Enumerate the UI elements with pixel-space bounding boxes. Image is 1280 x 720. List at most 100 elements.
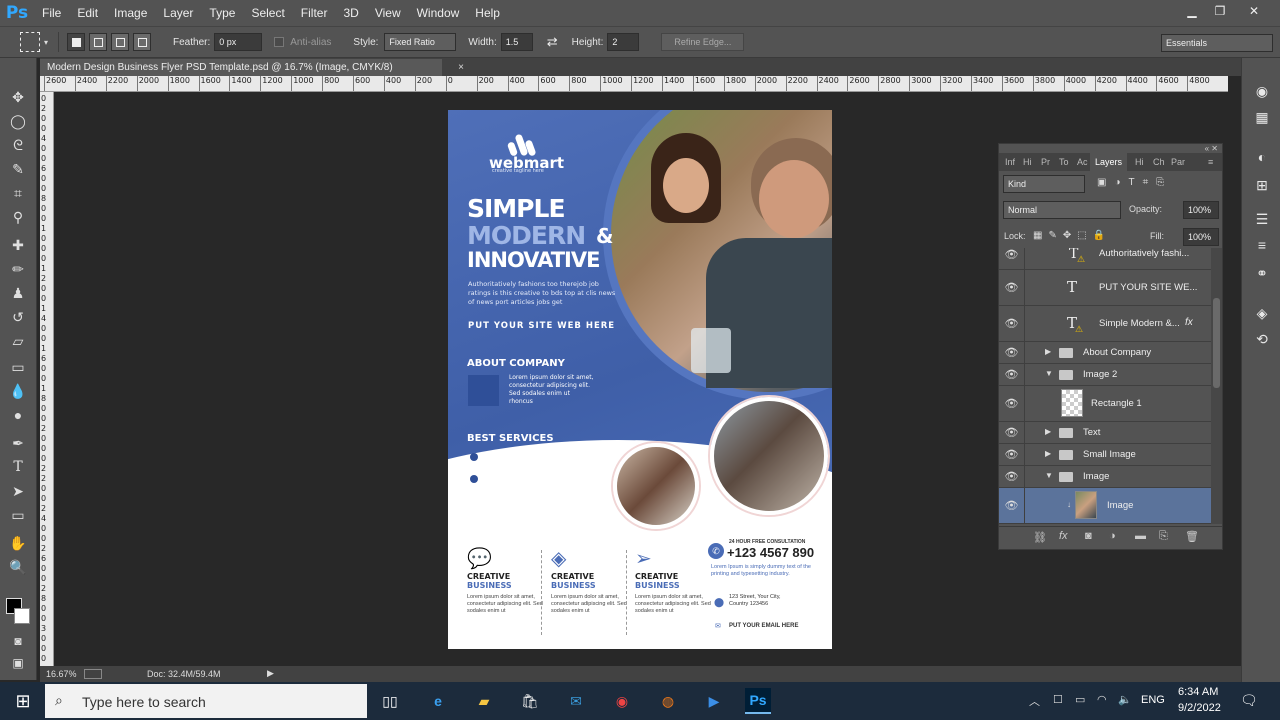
tab-tool-presets[interactable]: To bbox=[1059, 153, 1069, 171]
add-mask-icon[interactable]: ◙ bbox=[1085, 530, 1092, 542]
tab-layers[interactable]: Layers bbox=[1090, 153, 1128, 171]
tab-properties[interactable]: Pr bbox=[1041, 153, 1050, 171]
layer-row-selected[interactable]: 👁 ↓ Image bbox=[999, 488, 1211, 524]
expand-arrow-icon[interactable]: ▶ bbox=[1045, 427, 1051, 436]
clock-date[interactable]: 9/2/2022 bbox=[1178, 702, 1221, 714]
move-tool-icon[interactable]: ✥ bbox=[6, 86, 30, 108]
zoom-icon[interactable]: 🔍 bbox=[6, 556, 30, 578]
brush-icon[interactable]: ✏ bbox=[6, 258, 30, 280]
refine-edge-button[interactable]: Refine Edge... bbox=[661, 33, 745, 51]
tab-history[interactable]: Hi bbox=[1023, 153, 1032, 171]
expand-arrow-icon[interactable]: ▶ bbox=[1045, 449, 1051, 458]
tab-paragraph[interactable]: Par bbox=[1171, 153, 1185, 171]
brush-presets-icon[interactable]: ≡ bbox=[1252, 236, 1272, 254]
battery-icon[interactable]: ▭ bbox=[1075, 693, 1085, 706]
layer-row[interactable]: 👁 T ⚠ Authoritatively fashi... bbox=[999, 248, 1211, 270]
blend-mode-select[interactable]: Normal bbox=[1003, 201, 1121, 219]
eraser-icon[interactable]: ▱ bbox=[6, 330, 30, 352]
healing-brush-icon[interactable]: ✚ bbox=[6, 234, 30, 256]
zoom-level[interactable]: 16.67% bbox=[46, 669, 77, 679]
visibility-eye-icon[interactable]: 👁 bbox=[999, 342, 1025, 363]
hand-icon[interactable]: ✋ bbox=[6, 532, 30, 554]
tab-channels[interactable]: Ch bbox=[1153, 153, 1165, 171]
pen-icon[interactable]: ✒ bbox=[6, 432, 30, 454]
visibility-eye-icon[interactable]: 👁 bbox=[999, 364, 1025, 385]
menu-edit[interactable]: Edit bbox=[69, 0, 106, 26]
channels-icon[interactable]: ⟲ bbox=[1252, 330, 1272, 348]
menu-select[interactable]: Select bbox=[243, 0, 292, 26]
layer-row[interactable]: 👁 T ⚠ Simple Modern &... fx bbox=[999, 306, 1211, 342]
quick-mask-icon[interactable]: ◙ bbox=[6, 630, 30, 652]
ellipse-marquee-icon[interactable]: ◯ bbox=[6, 110, 30, 132]
video-app-icon[interactable]: ▶ bbox=[701, 688, 727, 714]
background-color-swatch[interactable] bbox=[14, 608, 30, 624]
history-brush-icon[interactable]: ↺ bbox=[6, 306, 30, 328]
layer-row[interactable]: 👁 ▼ Image 2 bbox=[999, 364, 1211, 386]
wifi-icon[interactable]: ◠ bbox=[1097, 693, 1107, 706]
marquee-tool-icon[interactable] bbox=[20, 32, 40, 52]
menu-image[interactable]: Image bbox=[106, 0, 155, 26]
antialias-checkbox[interactable] bbox=[274, 37, 285, 47]
layers-scrollbar[interactable] bbox=[1211, 248, 1222, 524]
restore-button[interactable]: ❐ bbox=[1206, 0, 1234, 22]
volume-icon[interactable]: 🔈 bbox=[1118, 693, 1132, 706]
visibility-eye-icon[interactable]: 👁 bbox=[999, 386, 1025, 421]
eyedropper-icon[interactable]: ⚲ bbox=[6, 206, 30, 228]
clone-stamp-icon[interactable]: ♟ bbox=[6, 282, 30, 304]
crop-icon[interactable]: ⌗ bbox=[6, 182, 30, 204]
menu-filter[interactable]: Filter bbox=[293, 0, 336, 26]
layer-row[interactable]: 👁 ▶ Text bbox=[999, 422, 1211, 444]
lock-icons[interactable]: ▦✎✥⬚🔒 bbox=[1033, 230, 1111, 241]
tab-history-2[interactable]: Hi bbox=[1135, 153, 1144, 171]
tab-actions[interactable]: Ac bbox=[1077, 153, 1088, 171]
swap-icon[interactable]: ⇄ bbox=[547, 34, 558, 50]
layer-row[interactable]: 👁 ▶ About Company bbox=[999, 342, 1211, 364]
intersect-selection-icon[interactable] bbox=[133, 33, 152, 51]
visibility-eye-icon[interactable]: 👁 bbox=[999, 248, 1025, 269]
workspace-select[interactable]: Essentials bbox=[1161, 34, 1273, 52]
file-explorer-icon[interactable]: ▰ bbox=[471, 688, 497, 714]
layer-row[interactable]: 👁 T PUT YOUR SITE WE... bbox=[999, 270, 1211, 306]
panel-menu-icon[interactable]: ≡ bbox=[1208, 153, 1213, 171]
clock-time[interactable]: 6:34 AM bbox=[1178, 686, 1218, 698]
status-menu-arrow-icon[interactable]: ▶ bbox=[267, 668, 274, 679]
brush-settings-icon[interactable]: ☰ bbox=[1252, 210, 1272, 228]
menu-help[interactable]: Help bbox=[467, 0, 508, 26]
network-icon[interactable]: ☐ bbox=[1053, 693, 1063, 706]
height-input[interactable]: 2 bbox=[607, 33, 640, 51]
link-layers-icon[interactable]: ⛓ bbox=[1033, 531, 1047, 544]
layer-row[interactable]: 👁 ▶ Small Image bbox=[999, 444, 1211, 466]
menu-3d[interactable]: 3D bbox=[335, 0, 366, 26]
path-select-icon[interactable]: ➤ bbox=[6, 480, 30, 502]
layer-row[interactable]: 👁 ▼ Image bbox=[999, 466, 1211, 488]
minimize-button[interactable]: ▁ bbox=[1178, 0, 1206, 22]
layers-panel-icon[interactable]: ◈ bbox=[1252, 304, 1272, 322]
collapse-panel-icon[interactable]: « ✕ bbox=[1205, 144, 1218, 153]
adjustment-layer-icon[interactable]: ◑ bbox=[1109, 530, 1116, 542]
width-input[interactable]: 1.5 bbox=[500, 33, 533, 51]
menu-file[interactable]: File bbox=[34, 0, 69, 26]
new-layer-icon[interactable]: ⎘ bbox=[1159, 530, 1168, 543]
screen-mode-icon[interactable]: ▣ bbox=[6, 652, 30, 674]
visibility-eye-icon[interactable]: 👁 bbox=[999, 270, 1025, 305]
photoshop-taskbar-icon[interactable]: Ps bbox=[745, 688, 771, 714]
blur-icon[interactable]: 💧 bbox=[6, 380, 30, 402]
visibility-eye-icon[interactable]: 👁 bbox=[999, 422, 1025, 443]
edge-icon[interactable]: e bbox=[425, 688, 451, 714]
document-tab[interactable]: Modern Design Business Flyer PSD Templat… bbox=[40, 59, 464, 76]
menu-window[interactable]: Window bbox=[409, 0, 468, 26]
new-group-icon[interactable]: ▬ bbox=[1135, 530, 1146, 542]
menu-view[interactable]: View bbox=[367, 0, 409, 26]
firefox-icon[interactable]: ◍ bbox=[655, 688, 681, 714]
color-wheel-icon[interactable]: ◉ bbox=[1252, 82, 1272, 100]
adjustments-icon[interactable]: ◐ bbox=[1252, 148, 1272, 166]
flyer-document[interactable]: webmart creative tagline here SIMPLE MOD… bbox=[448, 110, 832, 649]
feather-input[interactable]: 0 px bbox=[214, 33, 263, 51]
add-style-icon[interactable]: fx bbox=[1059, 530, 1068, 542]
visibility-eye-icon[interactable]: 👁 bbox=[999, 444, 1025, 465]
visibility-eye-icon[interactable]: 👁 bbox=[999, 466, 1025, 487]
subtract-selection-icon[interactable] bbox=[111, 33, 130, 51]
fx-icon[interactable]: fx bbox=[1185, 317, 1193, 328]
clone-source-icon[interactable]: ⚭ bbox=[1252, 264, 1272, 282]
menu-layer[interactable]: Layer bbox=[155, 0, 201, 26]
